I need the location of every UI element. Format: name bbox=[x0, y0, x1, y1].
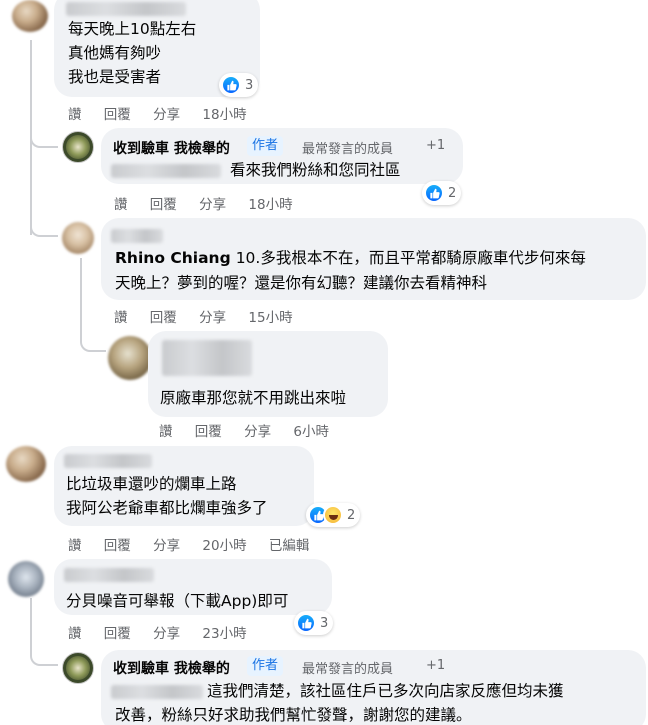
reply-button[interactable]: 回覆 bbox=[104, 534, 131, 554]
comment-text-line: 真他媽有夠吵 bbox=[68, 44, 162, 62]
comment-bubble: 收到驗車 我檢舉的 作者 最常發言的成員 +1 看來我們粉絲和您同社區 bbox=[101, 128, 463, 184]
reaction-summary[interactable]: 2 bbox=[306, 503, 361, 527]
like-icon bbox=[221, 75, 241, 95]
commenter-name[interactable] bbox=[66, 2, 186, 16]
commenter-name[interactable] bbox=[64, 568, 154, 582]
thread-connector bbox=[30, 122, 58, 148]
reaction-count: 3 bbox=[245, 77, 254, 93]
reaction-summary[interactable]: 3 bbox=[219, 73, 259, 97]
author-badge: 作者 bbox=[247, 656, 284, 676]
reaction-summary[interactable]: 3 bbox=[294, 611, 334, 635]
comment-bubble: 分貝噪音可舉報（下載App)即可 bbox=[54, 559, 332, 615]
edited-label[interactable]: 已編輯 bbox=[269, 534, 310, 554]
reply-button[interactable]: 回覆 bbox=[104, 103, 131, 123]
comment-actions: 讚 回覆 分享 18小時 bbox=[114, 193, 311, 213]
page-avatar-logo bbox=[66, 656, 90, 680]
avatar[interactable] bbox=[108, 336, 152, 380]
comment-text: 原廠車那您就不用跳出來啦 bbox=[160, 389, 347, 407]
comment-bubble: 比垃圾車還吵的爛車上路 我阿公老爺車都比爛車強多了 bbox=[54, 446, 314, 526]
top-contributor-badge: 最常發言的成員 bbox=[302, 662, 394, 677]
reply-button[interactable]: 回覆 bbox=[195, 420, 222, 440]
comment-actions: 讚 回覆 分享 6小時 bbox=[159, 420, 347, 440]
timestamp[interactable]: 23小時 bbox=[202, 622, 246, 642]
like-button[interactable]: 讚 bbox=[68, 534, 82, 554]
comment-text: 看來我們粉絲和您同社區 bbox=[230, 161, 401, 179]
like-icon bbox=[424, 183, 444, 203]
like-button[interactable]: 讚 bbox=[114, 306, 128, 326]
share-button[interactable]: 分享 bbox=[153, 622, 180, 642]
like-icon bbox=[296, 613, 316, 633]
thread-connector bbox=[80, 330, 106, 352]
commenter-name[interactable] bbox=[111, 229, 163, 243]
avatar[interactable] bbox=[6, 446, 46, 482]
share-button[interactable]: 分享 bbox=[244, 420, 271, 440]
comment-author[interactable]: 收到驗車 我檢舉的 bbox=[113, 138, 230, 158]
comment-bubble: 原廠車那您就不用跳出來啦 bbox=[148, 331, 388, 417]
comment-actions: 讚 回覆 分享 20小時 已編輯 bbox=[68, 534, 327, 554]
like-button[interactable]: 讚 bbox=[114, 193, 128, 213]
comment-text-line: 我阿公老爺車都比爛車強多了 bbox=[66, 499, 268, 517]
comment-text-line: 比垃圾車還吵的爛車上路 bbox=[66, 475, 237, 493]
comment-bubble: 收到驗車 我檢舉的 作者 最常發言的成員 +1 這我們清楚，該社區住戶已多次向店… bbox=[101, 650, 646, 725]
commenter-name[interactable] bbox=[64, 454, 152, 468]
comment-text: 10.多我根本不在，而且平常都騎原廠車代步何來每 bbox=[235, 249, 586, 267]
reaction-summary[interactable]: 2 bbox=[422, 181, 462, 205]
reply-button[interactable]: 回覆 bbox=[150, 193, 177, 213]
mention-link[interactable]: Rhino Chiang bbox=[115, 249, 231, 267]
mentioned-name[interactable] bbox=[111, 685, 203, 699]
like-button[interactable]: 讚 bbox=[68, 103, 82, 123]
share-button[interactable]: 分享 bbox=[153, 534, 180, 554]
share-button[interactable]: 分享 bbox=[153, 103, 180, 123]
reaction-count: 3 bbox=[320, 615, 329, 631]
top-contributor-badge: 最常發言的成員 bbox=[302, 142, 394, 157]
thread-connector bbox=[30, 215, 58, 237]
avatar[interactable] bbox=[12, 0, 48, 32]
comment-actions: 讚 回覆 分享 23小時 bbox=[68, 622, 265, 642]
reply-button[interactable]: 回覆 bbox=[104, 622, 131, 642]
page-avatar[interactable] bbox=[62, 131, 94, 163]
page-avatar-logo bbox=[66, 135, 90, 159]
comment-bubble: Rhino Chiang 10.多我根本不在，而且平常都騎原廠車代步何來每 天晚上… bbox=[101, 218, 646, 300]
avatar[interactable] bbox=[62, 222, 94, 254]
comment-text-line: Rhino Chiang 10.多我根本不在，而且平常都騎原廠車代步何來每 bbox=[115, 246, 586, 270]
avatar[interactable] bbox=[8, 561, 44, 597]
like-button[interactable]: 讚 bbox=[159, 420, 173, 440]
reply-button[interactable]: 回覆 bbox=[150, 306, 177, 326]
timestamp[interactable]: 18小時 bbox=[202, 103, 246, 123]
like-button[interactable]: 讚 bbox=[68, 622, 82, 642]
reaction-count: 2 bbox=[347, 507, 356, 523]
comment-text-line: 每天晚上10點左右 bbox=[68, 20, 197, 38]
thread-line bbox=[80, 258, 82, 338]
share-button[interactable]: 分享 bbox=[199, 306, 226, 326]
mentioned-name[interactable] bbox=[111, 164, 221, 178]
badge-more[interactable]: +1 bbox=[426, 138, 445, 153]
comment-text-line: 天晚上？夢到的喔？還是你有幻聽？建議你去看精神科 bbox=[115, 274, 488, 292]
badge-more[interactable]: +1 bbox=[426, 658, 445, 673]
haha-icon bbox=[323, 505, 343, 525]
timestamp[interactable]: 15小時 bbox=[248, 306, 292, 326]
author-badge: 作者 bbox=[247, 136, 284, 156]
timestamp[interactable]: 20小時 bbox=[202, 534, 246, 554]
commenter-name[interactable] bbox=[162, 340, 252, 376]
reaction-count: 2 bbox=[448, 185, 457, 201]
timestamp[interactable]: 6小時 bbox=[293, 420, 329, 440]
comment-text-line: 改善，粉絲只好求助我們幫忙發聲，謝謝您的建議。 bbox=[115, 706, 472, 724]
comment-text: 分貝噪音可舉報（下載App)即可 bbox=[66, 592, 289, 610]
comment-author[interactable]: 收到驗車 我檢舉的 bbox=[113, 658, 230, 678]
comment-text-line: 這我們清楚，該社區住戶已多次向店家反應但均未獲 bbox=[207, 682, 564, 700]
share-button[interactable]: 分享 bbox=[199, 193, 226, 213]
comment-actions: 讚 回覆 分享 15小時 bbox=[114, 306, 311, 326]
timestamp[interactable]: 18小時 bbox=[248, 193, 292, 213]
thread-connector bbox=[30, 640, 58, 666]
page-avatar[interactable] bbox=[62, 652, 94, 684]
comment-text-line: 我也是受害者 bbox=[68, 68, 162, 86]
comment-actions: 讚 回覆 分享 18小時 bbox=[68, 103, 265, 123]
